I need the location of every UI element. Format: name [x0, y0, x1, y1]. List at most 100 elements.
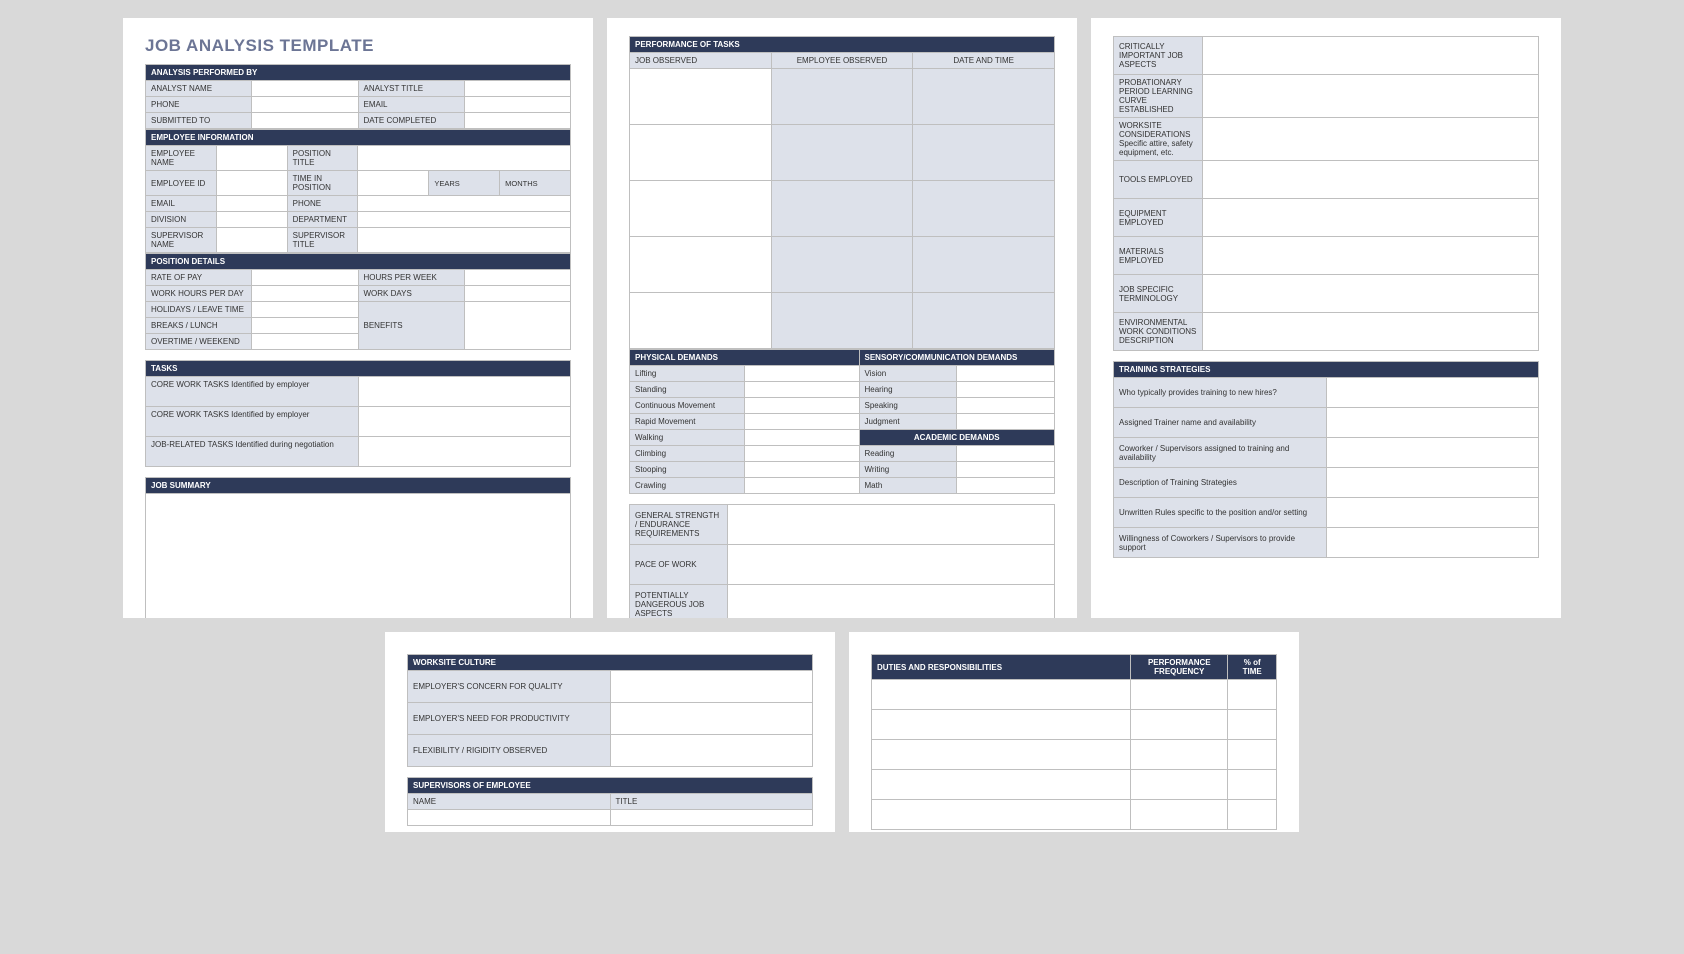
- field[interactable]: [771, 293, 913, 349]
- label: CORE WORK TASKS Identified by employer: [146, 377, 359, 407]
- field[interactable]: [358, 146, 571, 171]
- field[interactable]: [610, 671, 813, 703]
- field[interactable]: [1228, 680, 1277, 710]
- field[interactable]: [1203, 199, 1539, 237]
- field[interactable]: [1228, 710, 1277, 740]
- field[interactable]: [252, 334, 358, 350]
- field[interactable]: [464, 302, 570, 350]
- field[interactable]: [744, 398, 859, 414]
- field[interactable]: [771, 181, 913, 237]
- field[interactable]: [1203, 237, 1539, 275]
- field[interactable]: [957, 382, 1055, 398]
- field[interactable]: [358, 196, 571, 212]
- field[interactable]: [358, 212, 571, 228]
- field[interactable]: [252, 97, 358, 113]
- field[interactable]: [1131, 710, 1228, 740]
- field[interactable]: [216, 212, 287, 228]
- field[interactable]: [1326, 468, 1539, 498]
- field[interactable]: [727, 585, 1054, 619]
- field[interactable]: [358, 171, 429, 196]
- field[interactable]: [630, 181, 772, 237]
- field[interactable]: [464, 81, 570, 97]
- field[interactable]: [872, 710, 1131, 740]
- field[interactable]: [1326, 378, 1539, 408]
- field[interactable]: [957, 398, 1055, 414]
- field[interactable]: [630, 293, 772, 349]
- field[interactable]: [957, 446, 1055, 462]
- field[interactable]: [358, 228, 571, 253]
- field[interactable]: [913, 181, 1055, 237]
- field[interactable]: [464, 113, 570, 129]
- field[interactable]: [216, 171, 287, 196]
- field[interactable]: [464, 270, 570, 286]
- field[interactable]: [252, 302, 358, 318]
- field[interactable]: [771, 237, 913, 293]
- field[interactable]: [358, 437, 571, 467]
- field[interactable]: [744, 414, 859, 430]
- field[interactable]: [358, 377, 571, 407]
- field[interactable]: [744, 430, 859, 446]
- field[interactable]: [216, 228, 287, 253]
- field[interactable]: [146, 494, 571, 619]
- field[interactable]: [727, 505, 1054, 545]
- field[interactable]: [744, 382, 859, 398]
- field[interactable]: [1131, 800, 1228, 830]
- field[interactable]: [1131, 680, 1228, 710]
- field[interactable]: [216, 196, 287, 212]
- field[interactable]: [464, 97, 570, 113]
- field[interactable]: [744, 446, 859, 462]
- field[interactable]: [872, 770, 1131, 800]
- field[interactable]: [1326, 408, 1539, 438]
- field[interactable]: [872, 800, 1131, 830]
- field[interactable]: [957, 478, 1055, 494]
- field[interactable]: [252, 318, 358, 334]
- field[interactable]: [1131, 770, 1228, 800]
- field[interactable]: [252, 270, 358, 286]
- field[interactable]: [252, 286, 358, 302]
- field[interactable]: [744, 366, 859, 382]
- field[interactable]: [1228, 740, 1277, 770]
- field[interactable]: [744, 478, 859, 494]
- field[interactable]: [872, 680, 1131, 710]
- field[interactable]: [913, 293, 1055, 349]
- field[interactable]: [1228, 770, 1277, 800]
- field[interactable]: [957, 414, 1055, 430]
- field[interactable]: [1228, 800, 1277, 830]
- field[interactable]: [1203, 313, 1539, 351]
- field[interactable]: [913, 237, 1055, 293]
- field[interactable]: [252, 113, 358, 129]
- field[interactable]: [957, 462, 1055, 478]
- field[interactable]: [358, 407, 571, 437]
- field[interactable]: [1326, 498, 1539, 528]
- training-strategies-table: TRAINING STRATEGIES Who typically provid…: [1113, 361, 1539, 558]
- field[interactable]: [610, 703, 813, 735]
- field[interactable]: [252, 81, 358, 97]
- field[interactable]: [1203, 161, 1539, 199]
- field[interactable]: [872, 740, 1131, 770]
- label: HOURS PER WEEK: [358, 270, 464, 286]
- field[interactable]: [1326, 528, 1539, 558]
- supervisors-table: SUPERVISORS OF EMPLOYEE NAME TITLE: [407, 777, 813, 826]
- field[interactable]: [630, 69, 772, 125]
- field[interactable]: [1203, 75, 1539, 118]
- field[interactable]: [630, 125, 772, 181]
- field[interactable]: [610, 810, 813, 826]
- field[interactable]: [1203, 275, 1539, 313]
- field[interactable]: [913, 125, 1055, 181]
- field[interactable]: [1203, 37, 1539, 75]
- field[interactable]: [1131, 740, 1228, 770]
- field[interactable]: [1326, 438, 1539, 468]
- field[interactable]: [771, 69, 913, 125]
- field[interactable]: [744, 462, 859, 478]
- field[interactable]: [630, 237, 772, 293]
- field[interactable]: [408, 810, 611, 826]
- field[interactable]: [771, 125, 913, 181]
- label: Vision: [859, 366, 957, 382]
- field[interactable]: [913, 69, 1055, 125]
- field[interactable]: [1203, 118, 1539, 161]
- field[interactable]: [727, 545, 1054, 585]
- field[interactable]: [216, 146, 287, 171]
- field[interactable]: [610, 735, 813, 767]
- field[interactable]: [957, 366, 1055, 382]
- field[interactable]: [464, 286, 570, 302]
